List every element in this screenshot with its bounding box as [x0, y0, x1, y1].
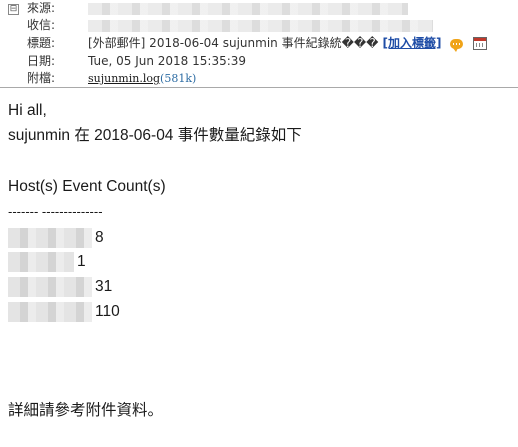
- to-redacted: [88, 19, 433, 32]
- email-header: ⊟ 來源: 收信: 標題: [外部郵件] 2018-06-04 sujunmin …: [0, 0, 518, 86]
- to-label: 收信:: [27, 18, 56, 32]
- footer-text: 詳細請參考附件資料。: [8, 402, 164, 419]
- from-row: 來源:: [27, 0, 408, 16]
- event-count: 8: [95, 229, 104, 246]
- comment-bubble-icon[interactable]: [450, 38, 464, 52]
- date-value: Tue, 05 Jun 2018 15:35:39: [88, 54, 247, 68]
- subject-value: [外部郵件] 2018-06-04 sujunmin 事件紀錄統���: [88, 36, 379, 50]
- host-redacted: [8, 301, 92, 322]
- event-count: 110: [95, 303, 120, 320]
- table-row: 1: [8, 251, 86, 273]
- attachment-label: 附檔:: [27, 71, 56, 85]
- table-row: 31: [8, 276, 112, 298]
- event-count: 1: [77, 253, 86, 270]
- intro-text: sujunmin 在 2018-06-04 事件數量紀錄如下: [8, 127, 302, 144]
- subject-row: 標題: [外部郵件] 2018-06-04 sujunmin 事件紀錄統��� [加…: [27, 35, 488, 52]
- table-row: 110: [8, 301, 120, 323]
- greeting-text: Hi all,: [8, 102, 47, 119]
- host-redacted: [8, 227, 92, 248]
- host-redacted: [8, 276, 92, 297]
- from-label: 來源:: [27, 1, 56, 15]
- calendar-icon[interactable]: [473, 37, 488, 50]
- collapse-toggle-icon[interactable]: ⊟: [8, 4, 19, 15]
- header-divider: [0, 87, 518, 88]
- subject-label: 標題:: [27, 36, 56, 50]
- table-header: Host(s) Event Count(s): [8, 178, 166, 195]
- attachment-row: 附檔: sujunmin.log(581k): [27, 70, 196, 86]
- date-label: 日期:: [27, 54, 56, 68]
- table-row: 8: [8, 227, 104, 249]
- attachment-link[interactable]: sujunmin.log: [88, 72, 160, 85]
- date-row: 日期: Tue, 05 Jun 2018 15:35:39: [27, 53, 246, 69]
- to-row: 收信:: [27, 17, 433, 33]
- from-redacted: [88, 2, 408, 15]
- table-separator: ------- --------------: [8, 204, 103, 219]
- event-count: 31: [95, 278, 113, 295]
- add-label-link[interactable]: [加入標籤]: [383, 36, 442, 50]
- host-redacted: [8, 251, 74, 272]
- attachment-size: (581k): [160, 72, 197, 85]
